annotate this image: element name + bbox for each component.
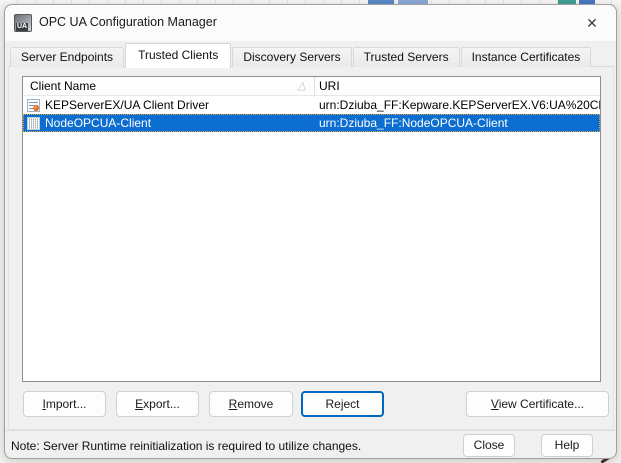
column-header-uri[interactable]: URI <box>315 77 600 95</box>
export-button-label: xport... <box>143 397 180 411</box>
remove-button-label: emove <box>237 397 274 411</box>
table-row[interactable]: KEPServerEX/UA Client Driver urn:Dziuba_… <box>23 96 600 114</box>
tab-server-endpoints[interactable]: Server Endpoints <box>10 47 125 67</box>
certificate-icon <box>27 98 40 112</box>
tab-trusted-clients[interactable]: Trusted Clients <box>125 43 232 68</box>
certificate-pending-icon <box>27 116 40 130</box>
export-button[interactable]: Export... <box>116 391 199 417</box>
help-button[interactable]: Help <box>541 434 593 457</box>
runtime-note: Note: Server Runtime reinitialization is… <box>11 439 362 453</box>
titlebar[interactable]: UA OPC UA Configuration Manager ✕ <box>5 5 616 41</box>
client-name-cell: NodeOPCUA-Client <box>45 115 152 130</box>
client-uri-cell: urn:Dziuba_FF:Kepware.KEPServerEX.V6:UA%… <box>319 97 600 112</box>
import-button[interactable]: Import... <box>23 391 106 417</box>
view-certificate-button-label: iew Certificate... <box>498 397 585 411</box>
remove-button[interactable]: Remove <box>209 391 293 417</box>
bottom-divider <box>5 430 616 431</box>
column-header-client-name[interactable]: Client Name △ <box>23 77 315 95</box>
view-certificate-button-mnemonic: V <box>490 397 499 411</box>
column-header-uri-label: URI <box>319 79 340 93</box>
column-header-client-name-label: Client Name <box>30 79 97 93</box>
tab-instance-certificates[interactable]: Instance Certificates <box>460 47 592 67</box>
import-button-label: mport... <box>45 397 87 411</box>
view-certificate-button[interactable]: View Certificate... <box>466 391 609 417</box>
tab-bar: Server Endpoints Trusted Clients Discove… <box>10 42 592 68</box>
client-name-cell: KEPServerEX/UA Client Driver <box>45 97 210 112</box>
close-dialog-button[interactable]: Close <box>463 434 515 457</box>
app-icon-label: UA <box>16 23 29 31</box>
export-button-mnemonic: E <box>135 397 144 411</box>
desktop-background: UA OPC UA Configuration Manager ✕ Server… <box>0 0 621 463</box>
list-header: Client Name △ URI <box>23 77 600 96</box>
opc-ua-configuration-manager-dialog: UA OPC UA Configuration Manager ✕ Server… <box>4 4 617 459</box>
remove-button-mnemonic: R <box>228 397 238 411</box>
tab-trusted-servers[interactable]: Trusted Servers <box>352 47 460 67</box>
close-button[interactable]: ✕ <box>574 10 610 36</box>
close-icon: ✕ <box>586 15 598 31</box>
trusted-clients-list[interactable]: Client Name △ URI KEPServerEX/UA Client … <box>22 76 601 382</box>
app-icon: UA <box>14 14 32 32</box>
table-row-selected[interactable]: NodeOPCUA-Client urn:Dziuba_FF:NodeOPCUA… <box>23 114 600 132</box>
window-title: OPC UA Configuration Manager <box>39 15 217 29</box>
sort-ascending-icon: △ <box>296 80 308 92</box>
tab-discovery-servers[interactable]: Discovery Servers <box>232 47 352 67</box>
client-uri-cell: urn:Dziuba_FF:NodeOPCUA-Client <box>319 115 508 130</box>
reject-button[interactable]: Reject <box>301 391 384 417</box>
